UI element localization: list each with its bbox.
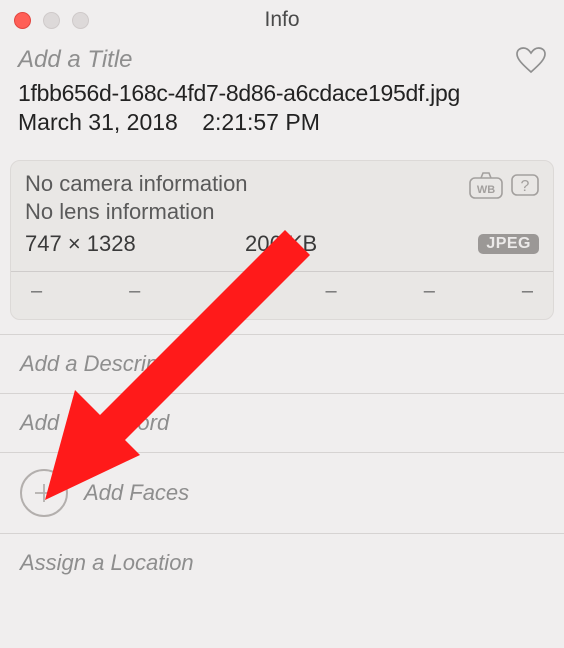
info-header: Add a Title 1fbb656d-168c-4fd7-8d86-a6cd… [0, 40, 564, 146]
description-section[interactable]: Add a Description [0, 334, 564, 393]
datetime-label: March 31, 2018 2:21:57 PM [18, 109, 546, 136]
help-icon[interactable]: ? [511, 171, 539, 204]
filesize-label: 206 KB [245, 231, 478, 257]
filename-label: 1fbb656d-168c-4fd7-8d86-a6cdace195df.jpg [18, 80, 546, 107]
exif-slot: – [522, 280, 533, 303]
faces-label: Add Faces [84, 480, 189, 506]
exif-slot: – [227, 280, 238, 303]
favorite-heart-icon[interactable] [516, 47, 546, 74]
window-titlebar: Info [0, 0, 564, 40]
close-window-button[interactable] [14, 12, 31, 29]
description-input[interactable]: Add a Description [20, 351, 544, 377]
keyword-section[interactable]: Add a Keyword [0, 393, 564, 452]
white-balance-icon[interactable]: WB [469, 171, 503, 204]
location-section[interactable]: Assign a Location [0, 533, 564, 592]
location-input[interactable]: Assign a Location [20, 550, 544, 576]
camera-info-text: No camera information [25, 171, 539, 197]
camera-info-card: WB ? No camera information No lens infor… [10, 160, 554, 320]
lens-info-text: No lens information [25, 199, 539, 225]
faces-section[interactable]: Add Faces [0, 452, 564, 533]
exif-slot: – [31, 280, 42, 303]
traffic-lights [14, 12, 89, 29]
exif-placeholder-row: – – – – – – [25, 272, 539, 319]
minimize-window-button[interactable] [43, 12, 60, 29]
camera-card-icons: WB ? [469, 171, 539, 204]
svg-text:?: ? [521, 178, 530, 195]
svg-text:WB: WB [477, 184, 495, 196]
exif-slot: – [424, 280, 435, 303]
exif-slot: – [326, 280, 337, 303]
dimensions-label: 747 × 1328 [25, 231, 245, 257]
exif-slot: – [129, 280, 140, 303]
title-input[interactable]: Add a Title [18, 46, 516, 74]
format-badge: JPEG [478, 234, 539, 254]
date-label: March 31, 2018 [18, 109, 178, 135]
maximize-window-button[interactable] [72, 12, 89, 29]
add-face-button[interactable] [20, 469, 68, 517]
keyword-input[interactable]: Add a Keyword [20, 410, 544, 436]
time-label: 2:21:57 PM [202, 109, 320, 135]
plus-icon [32, 481, 56, 505]
